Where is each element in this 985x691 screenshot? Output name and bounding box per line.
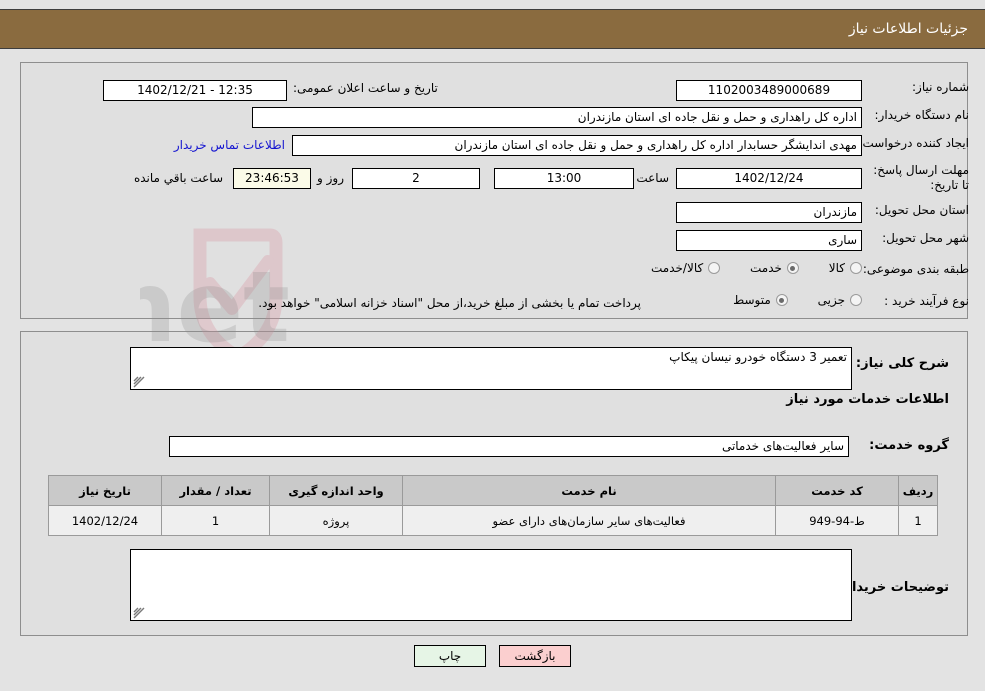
radio-label: کالا/خدمت [651,261,704,275]
subject-category-label: طبقه بندی موضوعی: [862,262,969,276]
general-description-textarea[interactable]: تعمیر 3 دستگاه خودرو نیسان پیکاپ [130,347,852,390]
page-header-bar: جزئیات اطلاعات نیاز [0,9,985,49]
creator-label: ایجاد کننده درخواست: [858,136,969,150]
table-row[interactable]: 1 ط-94-949 فعالیت‌های سایر سازمان‌های دا… [48,505,938,536]
general-description-label: شرح کلی نیاز: [855,356,949,371]
th-service-name: نام خدمت [402,475,776,506]
services-section-heading: اطلاعات خدمات مورد نیاز [786,392,949,407]
resize-grip-icon[interactable] [133,607,145,619]
table-header-row: ردیف کد خدمت نام خدمت واحد اندازه گیری ت… [48,475,938,506]
delivery-province-label: استان محل تحویل: [874,203,969,217]
radio-circle-selected-icon[interactable] [775,294,788,306]
need-number-value[interactable]: 1102003489000689 [676,80,862,101]
announce-label-wrap: تاریخ و ساعت اعلان عمومی: [293,81,438,95]
th-unit: واحد اندازه گیری [269,475,403,506]
th-quantity: تعداد / مقدار [161,475,270,506]
radio-label: جزیی [817,293,845,307]
buyer-org-value[interactable]: اداره کل راهداری و حمل و نقل جاده ای است… [252,107,862,128]
radio-circle-icon[interactable] [708,262,721,274]
resize-grip-icon[interactable] [133,376,145,388]
countdown-timer-value: 23:46:53 [233,168,311,189]
deadline-time-value[interactable]: 13:00 [494,168,634,189]
radio-label: متوسط [733,293,771,307]
buyer-org-label: نام دستگاه خریدار: [874,108,970,122]
creator-value[interactable]: مهدی اندایشگر حسابدار اداره کل راهداری و… [292,135,862,156]
general-description-value: تعمیر 3 دستگاه خودرو نیسان پیکاپ [669,350,847,364]
radio-label: خدمت [750,261,782,275]
service-group-value[interactable]: سایر فعالیت‌های خدماتی [169,436,849,457]
cell-need-date: 1402/12/24 [48,505,162,536]
remaining-days-value[interactable]: 2 [352,168,480,189]
buyer-notes-label: توضیحات خریدار: [839,580,949,595]
purchase-process-label: نوع فرآیند خرید : [884,294,969,308]
deadline-label-wrap: مهلت ارسال پاسخ: تا تاریخ: [869,163,969,193]
need-number-label: شماره نیاز: [912,80,969,94]
radio-option-motevaset[interactable]: متوسط [733,293,788,307]
radio-circle-selected-icon[interactable] [786,262,799,274]
services-table: ردیف کد خدمت نام خدمت واحد اندازه گیری ت… [48,475,938,536]
remaining-hours-label: ساعت باقي مانده [133,171,223,185]
cell-service-code: ط-94-949 [775,505,899,536]
radio-circle-icon[interactable] [850,262,862,274]
buyer-notes-textarea[interactable] [130,549,852,621]
category-label-wrap: طبقه بندی موضوعی: [863,262,969,276]
subject-category-radiogroup: کالا خدمت کالا/خدمت [625,261,862,277]
print-button[interactable]: چاپ [414,645,486,667]
city-label-wrap: شهر محل تحویل: [882,231,969,245]
need-number-row: شماره نیاز: [912,80,969,94]
th-need-date: تاریخ نیاز [48,475,162,506]
deadline-date-value[interactable]: 1402/12/24 [676,168,862,189]
deadline-hour-label: ساعت [636,171,669,185]
deadline-label: مهلت ارسال پاسخ: تا تاریخ: [873,163,969,192]
buyer-org-label-wrap: نام دستگاه خریدار: [875,108,970,122]
page-title: جزئیات اطلاعات نیاز [848,21,968,37]
radio-option-kala-khedmat[interactable]: کالا/خدمت [651,261,721,275]
action-button-bar: بازگشت چاپ [0,645,985,667]
delivery-province-value[interactable]: مازندران [676,202,862,223]
radio-option-jozi[interactable]: جزیی [818,293,862,307]
back-button[interactable]: بازگشت [499,645,571,667]
delivery-city-label: شهر محل تحویل: [882,231,969,245]
th-index: ردیف [898,475,938,506]
th-service-code: کد خدمت [775,475,899,506]
cell-quantity: 1 [161,505,270,536]
province-label-wrap: استان محل تحویل: [875,203,969,217]
radio-circle-icon[interactable] [850,294,862,306]
process-label-wrap: نوع فرآیند خرید : [884,294,969,308]
delivery-city-value[interactable]: ساری [676,230,862,251]
cell-index: 1 [898,505,938,536]
cell-service-name: فعالیت‌های سایر سازمان‌های دارای عضو [402,505,776,536]
announce-date-label: تاریخ و ساعت اعلان عمومی: [293,81,438,95]
radio-option-khedmat[interactable]: خدمت [750,261,799,275]
radio-label: کالا [828,261,845,275]
creator-label-wrap: ایجاد کننده درخواست: [858,136,969,150]
announce-date-value[interactable]: 12:35 - 1402/12/21 [103,80,287,101]
purchase-process-radiogroup: جزیی متوسط [707,293,862,309]
remaining-days-label: روز و [317,171,344,185]
payment-note-text: پرداخت تمام یا بخشی از مبلغ خرید،از محل … [258,296,641,310]
buyer-contact-link[interactable]: اطلاعات تماس خریدار [174,138,285,152]
service-group-label: گروه خدمت: [869,438,949,453]
radio-option-kala[interactable]: کالا [829,261,862,275]
cell-unit: پروژه [269,505,403,536]
